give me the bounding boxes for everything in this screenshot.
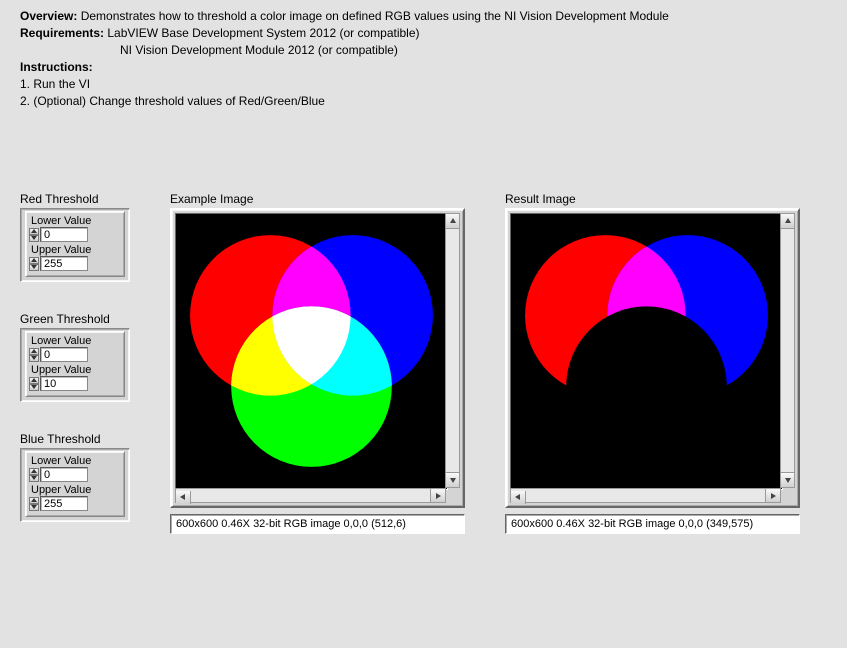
result-venn-icon [511, 214, 782, 489]
example-vertical-scrollbar[interactable] [445, 213, 460, 488]
green-upper-label: Upper Value [29, 364, 121, 376]
instruction-item: 1. Run the VI [20, 76, 827, 93]
result-image-frame [505, 208, 800, 508]
example-venn-icon [176, 214, 447, 489]
blue-lower-increment-button[interactable] [29, 468, 39, 475]
example-image-frame [170, 208, 465, 508]
green-upper-value-input[interactable]: 10 [40, 376, 88, 391]
red-upper-label: Upper Value [29, 244, 121, 256]
thresholds-column: Red Threshold Lower Value 0 Upper Value [20, 192, 130, 552]
scroll-right-icon[interactable] [430, 489, 445, 502]
red-lower-label: Lower Value [29, 215, 121, 227]
example-image-status: 600x600 0.46X 32-bit RGB image 0,0,0 (51… [170, 514, 465, 534]
requirements-text-2: NI Vision Development Module 2012 (or co… [120, 43, 398, 57]
red-lower-decrement-button[interactable] [29, 235, 39, 242]
blue-upper-label: Upper Value [29, 484, 121, 496]
red-upper-increment-button[interactable] [29, 257, 39, 264]
green-upper-increment-button[interactable] [29, 377, 39, 384]
scroll-up-icon[interactable] [781, 214, 794, 229]
green-lower-decrement-button[interactable] [29, 355, 39, 362]
overview-label: Overview: [20, 9, 77, 23]
overview-text: Demonstrates how to threshold a color im… [77, 9, 668, 23]
example-image-display[interactable] [175, 213, 448, 490]
example-horizontal-scrollbar[interactable] [175, 488, 446, 503]
green-upper-decrement-button[interactable] [29, 384, 39, 391]
scroll-left-icon[interactable] [511, 491, 526, 504]
red-lower-increment-button[interactable] [29, 228, 39, 235]
blue-lower-decrement-button[interactable] [29, 475, 39, 482]
red-threshold-title: Red Threshold [20, 192, 130, 206]
scroll-down-icon[interactable] [446, 472, 459, 487]
red-lower-value-input[interactable]: 0 [40, 227, 88, 242]
blue-upper-increment-button[interactable] [29, 497, 39, 504]
instructions-label: Instructions: [20, 59, 827, 76]
red-upper-decrement-button[interactable] [29, 264, 39, 271]
red-threshold-cluster: Red Threshold Lower Value 0 Upper Value [20, 192, 130, 282]
scroll-left-icon[interactable] [176, 491, 191, 504]
blue-threshold-title: Blue Threshold [20, 432, 130, 446]
result-horizontal-scrollbar[interactable] [510, 488, 781, 503]
blue-threshold-cluster: Blue Threshold Lower Value 0 Upper Value [20, 432, 130, 522]
blue-lower-value-input[interactable]: 0 [40, 467, 88, 482]
result-vertical-scrollbar[interactable] [780, 213, 795, 488]
example-image-block: Example Image [170, 192, 465, 552]
green-lower-value-input[interactable]: 0 [40, 347, 88, 362]
blue-lower-label: Lower Value [29, 455, 121, 467]
instruction-item: 2. (Optional) Change threshold values of… [20, 93, 827, 110]
result-image-title: Result Image [505, 192, 800, 206]
example-image-title: Example Image [170, 192, 465, 206]
header-text: Overview: Demonstrates how to threshold … [0, 0, 847, 110]
scroll-up-icon[interactable] [446, 214, 459, 229]
blue-upper-value-input[interactable]: 255 [40, 496, 88, 511]
green-lower-label: Lower Value [29, 335, 121, 347]
blue-upper-decrement-button[interactable] [29, 504, 39, 511]
red-upper-value-input[interactable]: 255 [40, 256, 88, 271]
scroll-right-icon[interactable] [765, 489, 780, 502]
green-lower-increment-button[interactable] [29, 348, 39, 355]
requirements-label: Requirements: [20, 26, 104, 40]
requirements-text-1: LabVIEW Base Development System 2012 (or… [104, 26, 419, 40]
result-image-display[interactable] [510, 213, 783, 490]
scroll-down-icon[interactable] [781, 472, 794, 487]
green-threshold-title: Green Threshold [20, 312, 130, 326]
result-image-status: 600x600 0.46X 32-bit RGB image 0,0,0 (34… [505, 514, 800, 534]
green-threshold-cluster: Green Threshold Lower Value 0 Upper Valu… [20, 312, 130, 402]
result-image-block: Result Image [505, 192, 800, 552]
